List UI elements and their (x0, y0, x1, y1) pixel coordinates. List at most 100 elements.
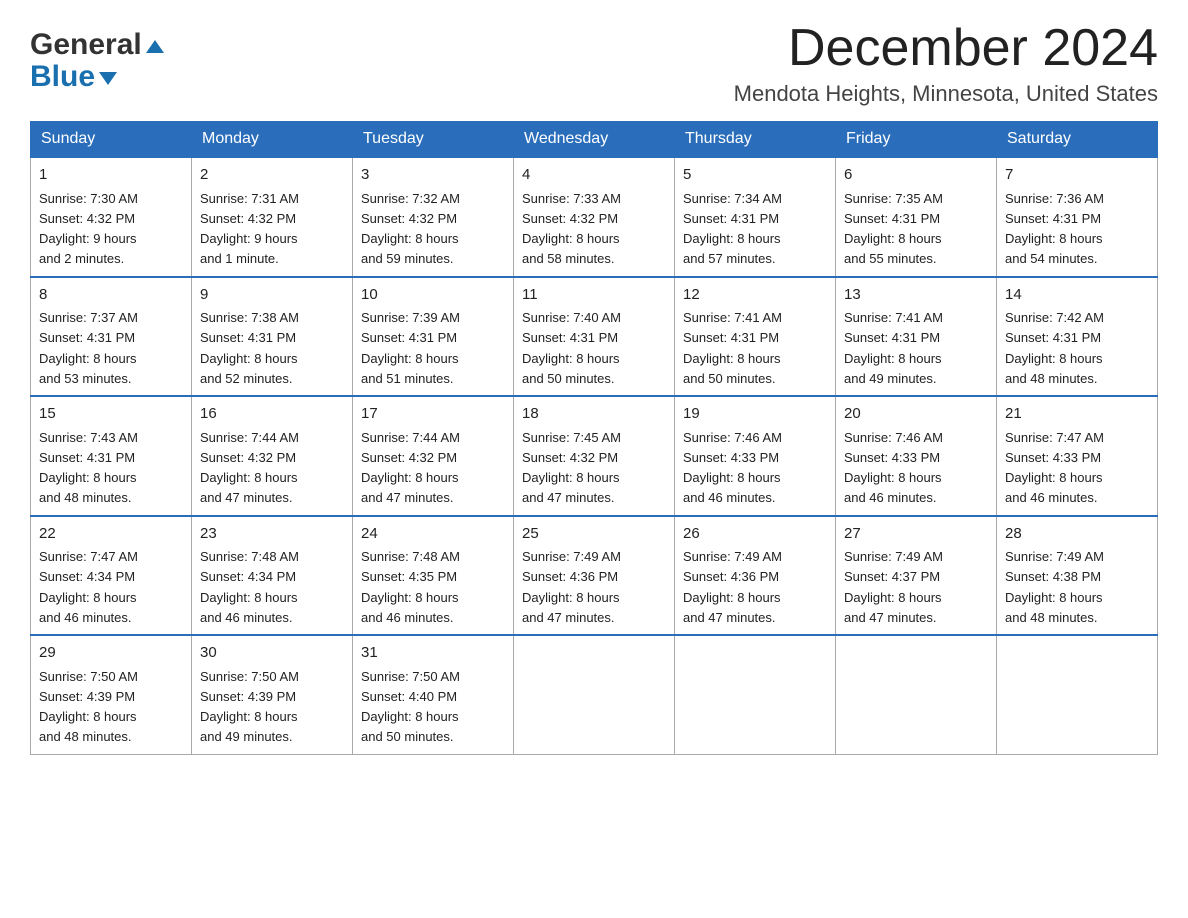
day-info: Sunrise: 7:47 AMSunset: 4:33 PMDaylight:… (1005, 430, 1104, 506)
logo-triangle2-icon (99, 72, 117, 85)
day-number: 10 (361, 284, 505, 307)
day-number: 6 (844, 164, 988, 187)
calendar-cell: 28 Sunrise: 7:49 AMSunset: 4:38 PMDaylig… (997, 516, 1158, 636)
day-info: Sunrise: 7:49 AMSunset: 4:36 PMDaylight:… (522, 549, 621, 625)
day-info: Sunrise: 7:50 AMSunset: 4:40 PMDaylight:… (361, 669, 460, 745)
day-info: Sunrise: 7:34 AMSunset: 4:31 PMDaylight:… (683, 191, 782, 267)
week-row-5: 29 Sunrise: 7:50 AMSunset: 4:39 PMDaylig… (31, 635, 1158, 754)
calendar-cell (514, 635, 675, 754)
day-info: Sunrise: 7:31 AMSunset: 4:32 PMDaylight:… (200, 191, 299, 267)
calendar-cell: 21 Sunrise: 7:47 AMSunset: 4:33 PMDaylig… (997, 396, 1158, 516)
week-row-4: 22 Sunrise: 7:47 AMSunset: 4:34 PMDaylig… (31, 516, 1158, 636)
logo-blue-text: Blue (30, 60, 95, 93)
logo-triangle-icon (146, 40, 164, 53)
day-number: 5 (683, 164, 827, 187)
day-number: 29 (39, 642, 183, 665)
column-header-tuesday: Tuesday (353, 122, 514, 158)
calendar-cell: 17 Sunrise: 7:44 AMSunset: 4:32 PMDaylig… (353, 396, 514, 516)
day-info: Sunrise: 7:33 AMSunset: 4:32 PMDaylight:… (522, 191, 621, 267)
day-number: 8 (39, 284, 183, 307)
week-row-3: 15 Sunrise: 7:43 AMSunset: 4:31 PMDaylig… (31, 396, 1158, 516)
day-info: Sunrise: 7:46 AMSunset: 4:33 PMDaylight:… (844, 430, 943, 506)
logo-general-text: General (30, 28, 142, 61)
day-info: Sunrise: 7:37 AMSunset: 4:31 PMDaylight:… (39, 310, 138, 386)
calendar-cell (675, 635, 836, 754)
column-header-friday: Friday (836, 122, 997, 158)
day-info: Sunrise: 7:39 AMSunset: 4:31 PMDaylight:… (361, 310, 460, 386)
calendar-cell: 26 Sunrise: 7:49 AMSunset: 4:36 PMDaylig… (675, 516, 836, 636)
day-number: 26 (683, 523, 827, 546)
day-number: 13 (844, 284, 988, 307)
day-number: 25 (522, 523, 666, 546)
calendar-cell: 13 Sunrise: 7:41 AMSunset: 4:31 PMDaylig… (836, 277, 997, 397)
calendar-cell: 27 Sunrise: 7:49 AMSunset: 4:37 PMDaylig… (836, 516, 997, 636)
title-block: December 2024 Mendota Heights, Minnesota… (734, 20, 1158, 107)
day-number: 18 (522, 403, 666, 426)
column-header-thursday: Thursday (675, 122, 836, 158)
calendar-header-row: SundayMondayTuesdayWednesdayThursdayFrid… (31, 122, 1158, 158)
day-number: 27 (844, 523, 988, 546)
day-info: Sunrise: 7:46 AMSunset: 4:33 PMDaylight:… (683, 430, 782, 506)
day-info: Sunrise: 7:41 AMSunset: 4:31 PMDaylight:… (683, 310, 782, 386)
day-number: 21 (1005, 403, 1149, 426)
calendar-cell: 12 Sunrise: 7:41 AMSunset: 4:31 PMDaylig… (675, 277, 836, 397)
day-info: Sunrise: 7:40 AMSunset: 4:31 PMDaylight:… (522, 310, 621, 386)
day-number: 7 (1005, 164, 1149, 187)
day-info: Sunrise: 7:44 AMSunset: 4:32 PMDaylight:… (361, 430, 460, 506)
calendar-cell: 31 Sunrise: 7:50 AMSunset: 4:40 PMDaylig… (353, 635, 514, 754)
column-header-sunday: Sunday (31, 122, 192, 158)
day-info: Sunrise: 7:50 AMSunset: 4:39 PMDaylight:… (39, 669, 138, 745)
day-number: 9 (200, 284, 344, 307)
calendar-cell: 6 Sunrise: 7:35 AMSunset: 4:31 PMDayligh… (836, 157, 997, 277)
day-number: 12 (683, 284, 827, 307)
week-row-2: 8 Sunrise: 7:37 AMSunset: 4:31 PMDayligh… (31, 277, 1158, 397)
day-info: Sunrise: 7:36 AMSunset: 4:31 PMDaylight:… (1005, 191, 1104, 267)
calendar-cell: 25 Sunrise: 7:49 AMSunset: 4:36 PMDaylig… (514, 516, 675, 636)
week-row-1: 1 Sunrise: 7:30 AMSunset: 4:32 PMDayligh… (31, 157, 1158, 277)
month-title: December 2024 (734, 20, 1158, 77)
day-info: Sunrise: 7:44 AMSunset: 4:32 PMDaylight:… (200, 430, 299, 506)
calendar-cell: 7 Sunrise: 7:36 AMSunset: 4:31 PMDayligh… (997, 157, 1158, 277)
calendar-cell: 1 Sunrise: 7:30 AMSunset: 4:32 PMDayligh… (31, 157, 192, 277)
day-info: Sunrise: 7:47 AMSunset: 4:34 PMDaylight:… (39, 549, 138, 625)
day-number: 3 (361, 164, 505, 187)
calendar-cell: 18 Sunrise: 7:45 AMSunset: 4:32 PMDaylig… (514, 396, 675, 516)
day-info: Sunrise: 7:30 AMSunset: 4:32 PMDaylight:… (39, 191, 138, 267)
day-info: Sunrise: 7:49 AMSunset: 4:37 PMDaylight:… (844, 549, 943, 625)
calendar-cell: 2 Sunrise: 7:31 AMSunset: 4:32 PMDayligh… (192, 157, 353, 277)
day-number: 17 (361, 403, 505, 426)
calendar-cell: 3 Sunrise: 7:32 AMSunset: 4:32 PMDayligh… (353, 157, 514, 277)
day-info: Sunrise: 7:49 AMSunset: 4:38 PMDaylight:… (1005, 549, 1104, 625)
day-info: Sunrise: 7:42 AMSunset: 4:31 PMDaylight:… (1005, 310, 1104, 386)
calendar-cell: 8 Sunrise: 7:37 AMSunset: 4:31 PMDayligh… (31, 277, 192, 397)
calendar-cell: 30 Sunrise: 7:50 AMSunset: 4:39 PMDaylig… (192, 635, 353, 754)
day-number: 19 (683, 403, 827, 426)
day-number: 14 (1005, 284, 1149, 307)
page-header: General Blue December 2024 Mendota Heigh… (30, 20, 1158, 107)
day-number: 24 (361, 523, 505, 546)
day-number: 4 (522, 164, 666, 187)
day-info: Sunrise: 7:43 AMSunset: 4:31 PMDaylight:… (39, 430, 138, 506)
day-number: 22 (39, 523, 183, 546)
location-title: Mendota Heights, Minnesota, United State… (734, 81, 1158, 107)
day-number: 16 (200, 403, 344, 426)
day-number: 31 (361, 642, 505, 665)
column-header-wednesday: Wednesday (514, 122, 675, 158)
day-info: Sunrise: 7:48 AMSunset: 4:35 PMDaylight:… (361, 549, 460, 625)
calendar-cell (997, 635, 1158, 754)
calendar-cell: 16 Sunrise: 7:44 AMSunset: 4:32 PMDaylig… (192, 396, 353, 516)
calendar-cell: 19 Sunrise: 7:46 AMSunset: 4:33 PMDaylig… (675, 396, 836, 516)
calendar-cell (836, 635, 997, 754)
calendar-cell: 11 Sunrise: 7:40 AMSunset: 4:31 PMDaylig… (514, 277, 675, 397)
column-header-saturday: Saturday (997, 122, 1158, 158)
calendar-cell: 24 Sunrise: 7:48 AMSunset: 4:35 PMDaylig… (353, 516, 514, 636)
calendar-cell: 20 Sunrise: 7:46 AMSunset: 4:33 PMDaylig… (836, 396, 997, 516)
day-number: 20 (844, 403, 988, 426)
calendar-cell: 9 Sunrise: 7:38 AMSunset: 4:31 PMDayligh… (192, 277, 353, 397)
day-info: Sunrise: 7:38 AMSunset: 4:31 PMDaylight:… (200, 310, 299, 386)
calendar-cell: 4 Sunrise: 7:33 AMSunset: 4:32 PMDayligh… (514, 157, 675, 277)
day-number: 28 (1005, 523, 1149, 546)
calendar-cell: 23 Sunrise: 7:48 AMSunset: 4:34 PMDaylig… (192, 516, 353, 636)
day-info: Sunrise: 7:48 AMSunset: 4:34 PMDaylight:… (200, 549, 299, 625)
day-number: 1 (39, 164, 183, 187)
